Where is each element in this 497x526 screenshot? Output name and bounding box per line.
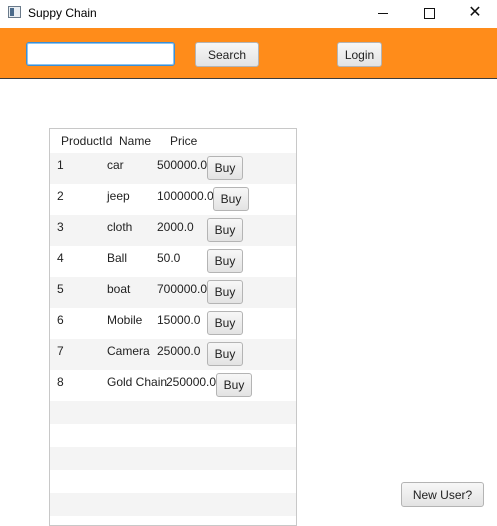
product-table: ProductId Name Price 1 car 500000.0 Buy 2 jee… — [49, 128, 297, 526]
minimize-button[interactable] — [360, 0, 406, 26]
cell-product-price: 15000.0 — [157, 313, 201, 327]
cell-product-id: 6 — [57, 313, 64, 327]
cell-product-price: 50.0 — [157, 251, 181, 265]
buy-button[interactable]: Buy — [216, 373, 252, 397]
cell-product-name: Ball — [107, 251, 128, 265]
table-row[interactable]: 3 cloth 2000.0 Buy — [50, 215, 296, 246]
empty-table-row — [50, 516, 296, 525]
buy-button[interactable]: Buy — [207, 218, 243, 242]
cell-product-name: Mobile — [107, 313, 143, 327]
minimize-icon — [378, 12, 388, 14]
cell-product-name: boat — [107, 282, 131, 296]
maximize-icon — [423, 7, 435, 19]
table-row[interactable]: 5 boat 700000.0 Buy — [50, 277, 296, 308]
empty-table-row — [50, 401, 296, 424]
cell-product-name: cloth — [107, 220, 133, 234]
empty-table-row — [50, 470, 296, 493]
cell-product-price: 700000.0 — [157, 282, 208, 296]
buy-button[interactable]: Buy — [207, 249, 243, 273]
title-bar: Suppy Chain ✕ — [0, 0, 497, 28]
cell-product-price: 250000.0 — [166, 375, 217, 389]
cell-product-id: 5 — [57, 282, 64, 296]
table-row[interactable]: 7 Camera 25000.0 Buy — [50, 339, 296, 370]
cell-product-name: jeep — [107, 189, 130, 203]
column-header-productid[interactable]: ProductId — [61, 134, 112, 148]
login-button[interactable]: Login — [337, 42, 382, 67]
table-row[interactable]: 6 Mobile 15000.0 Buy — [50, 308, 296, 339]
cell-product-id: 7 — [57, 344, 64, 358]
buy-button[interactable]: Buy — [207, 311, 243, 335]
app-icon — [8, 6, 21, 18]
window-title: Suppy Chain — [28, 6, 97, 20]
cell-product-id: 4 — [57, 251, 64, 265]
toolbar: Search Login — [0, 28, 497, 79]
empty-table-row — [50, 493, 296, 516]
cell-product-price: 25000.0 — [157, 344, 201, 358]
buy-button[interactable]: Buy — [207, 280, 243, 304]
cell-product-name: Camera — [107, 344, 150, 358]
cell-product-price: 500000.0 — [157, 158, 208, 172]
cell-product-name: Gold Chain — [107, 375, 168, 389]
close-icon: ✕ — [468, 4, 482, 21]
buy-button[interactable]: Buy — [207, 156, 243, 180]
close-button[interactable]: ✕ — [452, 0, 497, 26]
search-input[interactable] — [26, 42, 175, 66]
table-header: ProductId Name Price — [50, 129, 296, 153]
empty-table-row — [50, 424, 296, 447]
table-row[interactable]: 8 Gold Chain 250000.0 Buy — [50, 370, 296, 401]
cell-product-id: 1 — [57, 158, 64, 172]
cell-product-price: 1000000.0 — [157, 189, 214, 203]
cell-product-name: car — [107, 158, 124, 172]
column-header-name[interactable]: Name — [119, 134, 151, 148]
cell-product-price: 2000.0 — [157, 220, 194, 234]
buy-button[interactable]: Buy — [207, 342, 243, 366]
table-row[interactable]: 2 jeep 1000000.0 Buy — [50, 184, 296, 215]
search-button[interactable]: Search — [195, 42, 259, 67]
column-header-price[interactable]: Price — [170, 134, 197, 148]
cell-product-id: 2 — [57, 189, 64, 203]
table-row[interactable]: 1 car 500000.0 Buy — [50, 153, 296, 184]
table-row[interactable]: 4 Ball 50.0 Buy — [50, 246, 296, 277]
maximize-button[interactable] — [406, 0, 452, 26]
empty-table-row — [50, 447, 296, 470]
buy-button[interactable]: Buy — [213, 187, 249, 211]
cell-product-id: 3 — [57, 220, 64, 234]
cell-product-id: 8 — [57, 375, 64, 389]
new-user-button[interactable]: New User? — [401, 482, 484, 507]
